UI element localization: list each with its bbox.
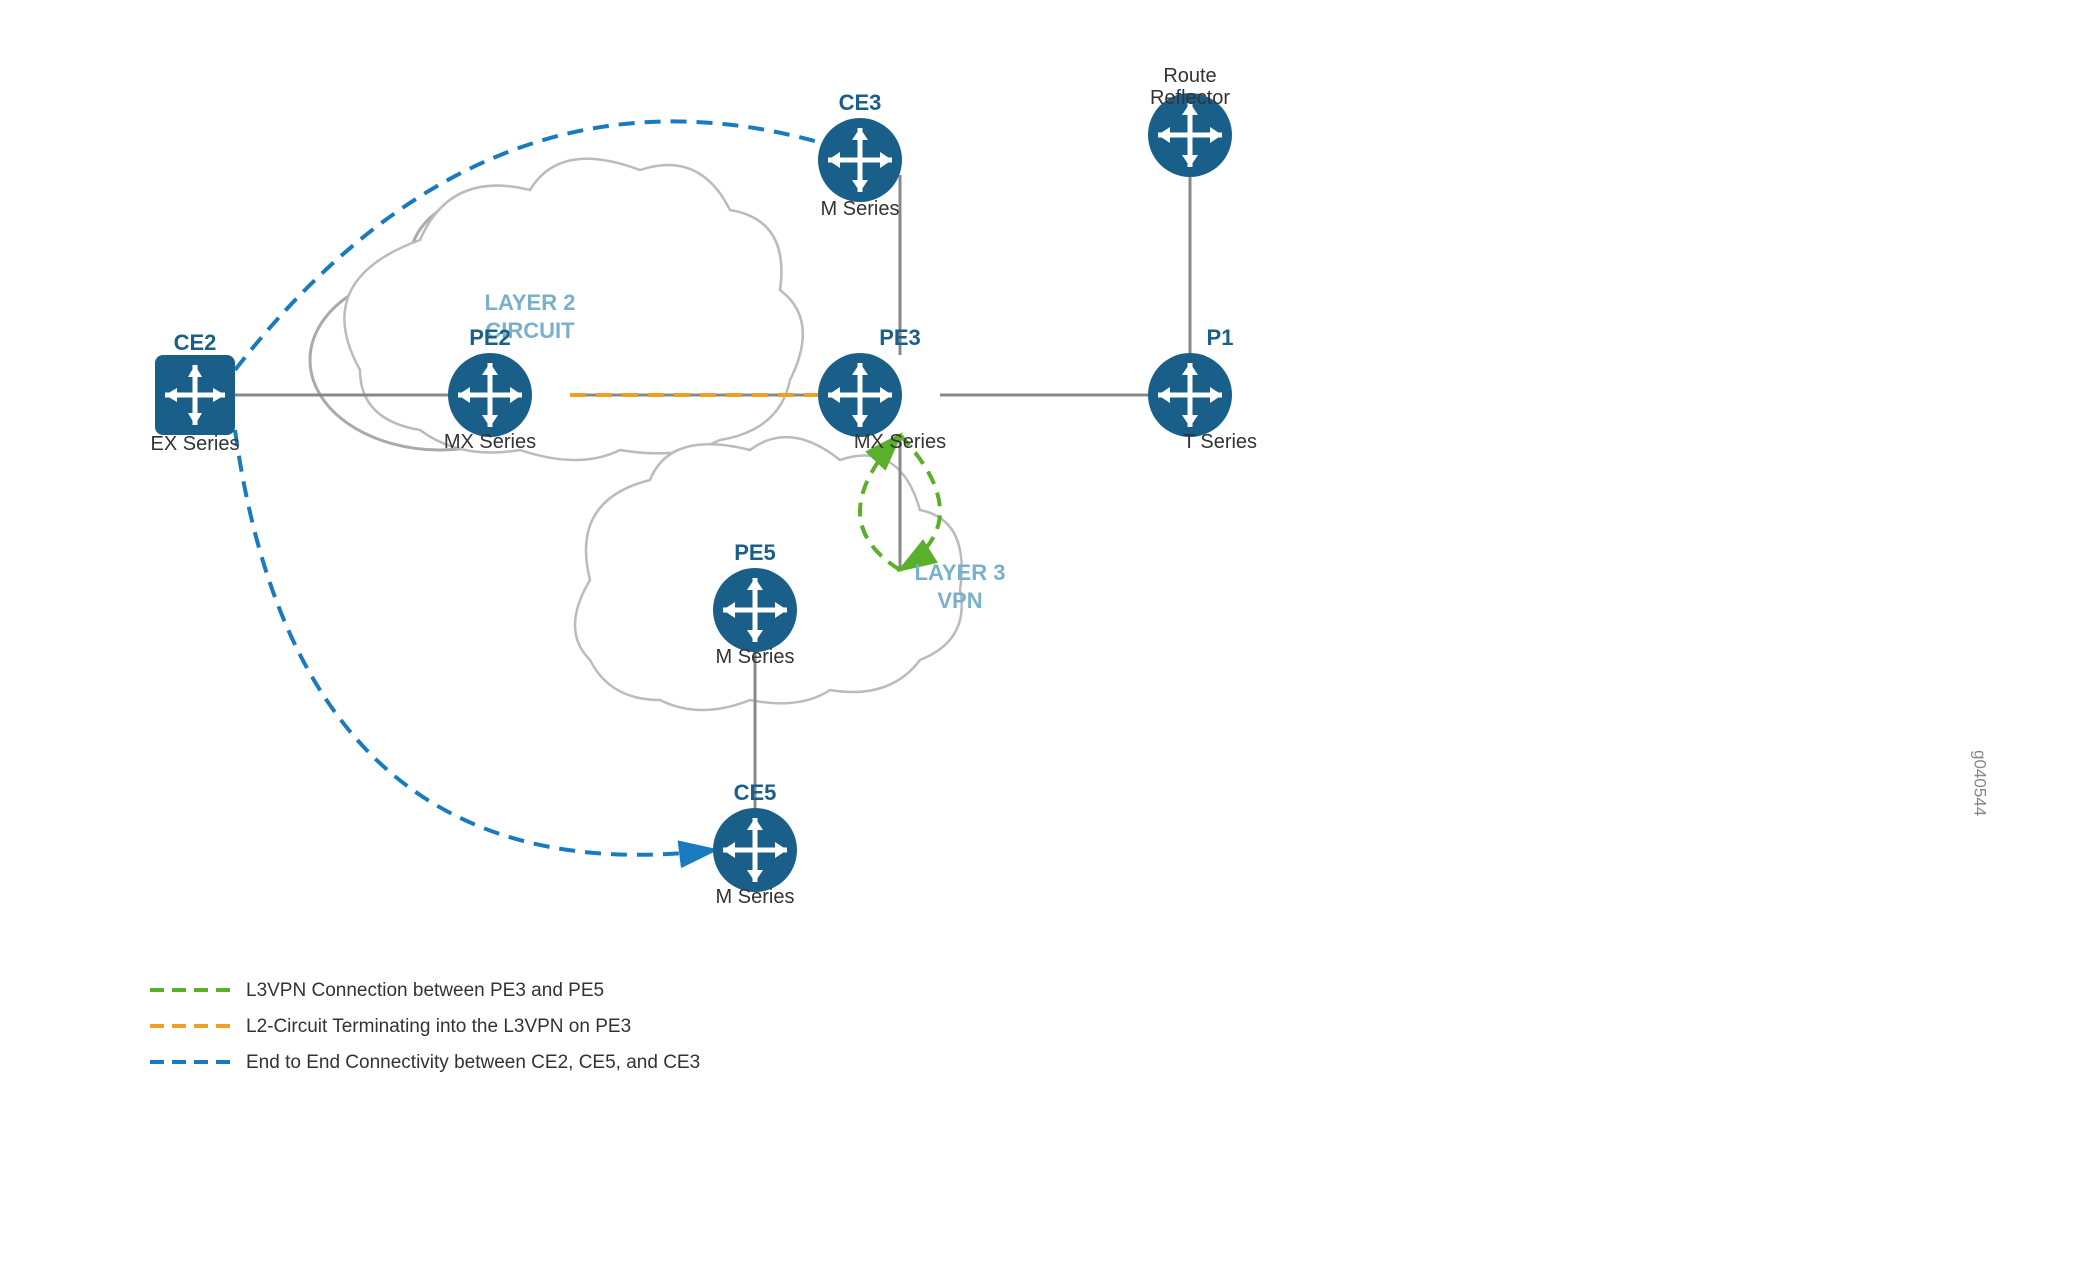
node-pe2: [448, 353, 532, 437]
node-ce2: [155, 355, 235, 435]
label-ce2: CE2: [174, 330, 217, 355]
label-ce2-series: EX Series: [151, 433, 240, 455]
cloud-label-vpn: VPN: [937, 588, 982, 613]
node-ce3: [818, 118, 902, 202]
cloud-label-layer3: LAYER 3: [915, 560, 1006, 585]
label-pe5-series: M Series: [716, 646, 795, 668]
legend-green-text: L3VPN Connection between PE3 and PE5: [246, 980, 604, 1001]
label-pe2: PE2: [469, 325, 511, 350]
label-ce5-series: M Series: [716, 886, 795, 908]
watermark: g040544: [1971, 750, 1990, 816]
label-p1-series: T Series: [1183, 431, 1257, 453]
diagram-container: LAYER 2 CIRCUIT LAYER 3 VPN CE2 EX Serie…: [0, 0, 2100, 1278]
label-ce5: CE5: [734, 780, 777, 805]
legend-blue-text: End to End Connectivity between CE2, CE5…: [246, 1052, 700, 1073]
label-ce3: CE3: [839, 90, 882, 115]
label-p1: P1: [1207, 325, 1234, 350]
cloud-label-layer2: LAYER 2: [485, 290, 576, 315]
network-diagram-svg: LAYER 2 CIRCUIT LAYER 3 VPN CE2 EX Serie…: [0, 0, 2100, 1278]
label-pe2-series: MX Series: [444, 431, 536, 453]
label-rr-line2: Reflector: [1150, 87, 1230, 109]
label-rr-line1: Route: [1163, 65, 1216, 87]
label-pe5: PE5: [734, 540, 776, 565]
node-pe3: [818, 353, 902, 437]
node-ce5: [713, 808, 797, 892]
label-ce3-series: M Series: [821, 198, 900, 220]
node-pe5: [713, 568, 797, 652]
label-pe3-series: MX Series: [854, 431, 946, 453]
legend: L3VPN Connection between PE3 and PE5 L2-…: [150, 980, 700, 1073]
legend-orange-text: L2-Circuit Terminating into the L3VPN on…: [246, 1016, 631, 1037]
label-pe3: PE3: [879, 325, 921, 350]
node-p1: [1148, 353, 1232, 437]
